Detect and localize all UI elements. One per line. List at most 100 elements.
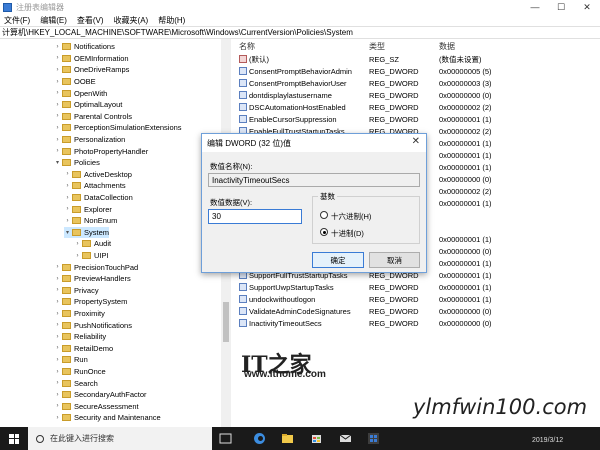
tree-item[interactable]: › Personalization bbox=[54, 134, 126, 146]
chevron-right-icon[interactable]: › bbox=[54, 264, 61, 270]
tree-scrollbar-thumb[interactable] bbox=[223, 302, 229, 342]
minimize-button[interactable]: — bbox=[522, 0, 548, 14]
chevron-right-icon[interactable]: › bbox=[54, 311, 61, 317]
chevron-right-icon[interactable]: › bbox=[64, 171, 71, 177]
chevron-right-icon[interactable]: › bbox=[54, 55, 61, 61]
chevron-down-icon[interactable]: ▾ bbox=[54, 159, 61, 166]
menu-favorites[interactable]: 收藏夹(A) bbox=[114, 15, 149, 26]
chevron-right-icon[interactable]: › bbox=[64, 195, 71, 201]
tree-item[interactable]: › SecondaryAuthFactor bbox=[54, 389, 147, 401]
chevron-right-icon[interactable]: › bbox=[74, 241, 81, 247]
list-item[interactable]: ConsentPromptBehaviorAdmin REG_DWORD 0x000… bbox=[235, 65, 600, 77]
chevron-right-icon[interactable]: › bbox=[54, 357, 61, 363]
list-item[interactable]: ValidateAdminCodeSignatures REG_DWORD 0x00… bbox=[235, 305, 600, 317]
tree-item[interactable]: › PushNotifications bbox=[54, 319, 132, 331]
edge-icon[interactable] bbox=[252, 431, 267, 446]
menu-file[interactable]: 文件(F) bbox=[4, 15, 30, 26]
chevron-right-icon[interactable]: › bbox=[54, 392, 61, 398]
chevron-right-icon[interactable]: › bbox=[64, 206, 71, 212]
tree-item[interactable]: › Attachments bbox=[64, 180, 126, 192]
tree-item[interactable]: › Search bbox=[54, 377, 98, 389]
tree-item[interactable]: › DataCollection bbox=[64, 192, 133, 204]
tree-item[interactable]: › ActiveDesktop bbox=[64, 169, 132, 181]
hex-radio[interactable] bbox=[320, 211, 328, 219]
decimal-radio-label[interactable]: 十进制(D) bbox=[331, 228, 364, 239]
tree-item[interactable]: › PrecisionTouchPad bbox=[54, 261, 139, 273]
chevron-right-icon[interactable]: › bbox=[54, 113, 61, 119]
menu-view[interactable]: 查看(V) bbox=[77, 15, 104, 26]
chevron-right-icon[interactable]: › bbox=[74, 253, 81, 259]
chevron-right-icon[interactable]: › bbox=[54, 102, 61, 108]
tree-item[interactable]: › RunOnce bbox=[54, 366, 106, 378]
address-bar[interactable]: 计算机\HKEY_LOCAL_MACHINE\SOFTWARE\Microsof… bbox=[0, 26, 600, 39]
chevron-right-icon[interactable]: › bbox=[54, 44, 61, 50]
start-button[interactable] bbox=[0, 427, 28, 450]
tree-item[interactable]: › PerceptionSimulationExtensions bbox=[54, 122, 182, 134]
maximize-button[interactable]: ☐ bbox=[548, 0, 574, 14]
ok-button[interactable]: 确定 bbox=[312, 252, 364, 268]
chevron-right-icon[interactable]: › bbox=[54, 276, 61, 282]
dialog-close-icon[interactable]: ✕ bbox=[412, 136, 420, 147]
tree-item[interactable]: › Parental Controls bbox=[54, 111, 132, 123]
tree-item[interactable]: ▾ Policies bbox=[54, 157, 100, 169]
chevron-right-icon[interactable]: › bbox=[54, 380, 61, 386]
tree-item[interactable]: › OneDriveRamps bbox=[54, 64, 130, 76]
chevron-right-icon[interactable]: › bbox=[64, 218, 71, 224]
tree-item[interactable]: ▾ System bbox=[64, 226, 110, 239]
menu-help[interactable]: 帮助(H) bbox=[158, 15, 185, 26]
column-header-data[interactable]: 数据 bbox=[439, 41, 455, 52]
tree-item[interactable]: › OptimalLayout bbox=[54, 99, 123, 111]
chevron-right-icon[interactable]: › bbox=[54, 334, 61, 340]
chevron-right-icon[interactable]: › bbox=[54, 125, 61, 131]
chevron-right-icon[interactable]: › bbox=[54, 67, 61, 73]
chevron-right-icon[interactable]: › bbox=[54, 345, 61, 351]
chevron-right-icon[interactable]: › bbox=[54, 299, 61, 305]
tree-item[interactable]: › PropertySystem bbox=[54, 296, 128, 308]
chevron-right-icon[interactable]: › bbox=[64, 183, 71, 189]
tree-item[interactable]: › Notifications bbox=[54, 41, 115, 53]
close-button[interactable]: ✕ bbox=[574, 0, 600, 14]
chevron-right-icon[interactable]: › bbox=[54, 148, 61, 154]
chevron-right-icon[interactable]: › bbox=[54, 287, 61, 293]
list-item[interactable]: InactivityTimeoutSecs REG_DWORD 0x00000000… bbox=[235, 317, 600, 329]
tree-item[interactable]: › Proximity bbox=[54, 308, 105, 320]
tree-item[interactable]: › PhotoPropertyHandler bbox=[54, 145, 149, 157]
list-item[interactable]: (默认) REG_SZ (数值未设置) bbox=[235, 53, 600, 65]
hex-radio-label[interactable]: 十六进制(H) bbox=[331, 211, 371, 222]
list-item[interactable]: SupportUwpStartupTasks REG_DWORD 0x0000000… bbox=[235, 281, 600, 293]
tree-item[interactable]: › UIPI bbox=[74, 250, 109, 262]
tree-item[interactable]: › Audit bbox=[74, 238, 112, 250]
chevron-right-icon[interactable]: › bbox=[54, 415, 61, 421]
mail-icon[interactable] bbox=[338, 431, 353, 446]
tree-item[interactable]: › Run bbox=[54, 354, 88, 366]
tree-item[interactable]: › OEMInformation bbox=[54, 53, 129, 65]
chevron-down-icon[interactable]: ▾ bbox=[64, 229, 71, 236]
column-header-type[interactable]: 类型 bbox=[369, 41, 385, 52]
tree-item[interactable]: › NonEnum bbox=[64, 215, 118, 227]
file-explorer-icon[interactable] bbox=[280, 431, 295, 446]
column-header-name[interactable]: 名称 bbox=[239, 41, 255, 52]
tree-item[interactable]: › Explorer bbox=[64, 203, 112, 215]
menu-edit[interactable]: 编辑(E) bbox=[40, 15, 67, 26]
value-data-input[interactable]: 30 bbox=[208, 209, 302, 224]
chevron-right-icon[interactable]: › bbox=[54, 90, 61, 96]
tree-item[interactable]: › OpenWith bbox=[54, 87, 108, 99]
list-item[interactable]: EnableCursorSuppression REG_DWORD 0x000000… bbox=[235, 113, 600, 125]
chevron-right-icon[interactable]: › bbox=[54, 137, 61, 143]
tree-item[interactable]: › Privacy bbox=[54, 285, 99, 297]
decimal-radio[interactable] bbox=[320, 228, 328, 236]
store-icon[interactable] bbox=[309, 431, 324, 446]
tree-item[interactable]: › Reliability bbox=[54, 331, 107, 343]
list-item[interactable]: ConsentPromptBehaviorUser REG_DWORD 0x0000… bbox=[235, 77, 600, 89]
tree-item[interactable]: › SecureAssessment bbox=[54, 401, 139, 413]
list-item[interactable]: dontdisplaylastusername REG_DWORD 0x000000… bbox=[235, 89, 600, 101]
task-view-icon[interactable] bbox=[218, 431, 233, 446]
chevron-right-icon[interactable]: › bbox=[54, 403, 61, 409]
tree-item[interactable]: › RetailDemo bbox=[54, 343, 114, 355]
taskbar-search[interactable]: 在此键入进行搜索 bbox=[28, 427, 212, 450]
tree-item[interactable]: › PreviewHandlers bbox=[54, 273, 131, 285]
chevron-right-icon[interactable]: › bbox=[54, 322, 61, 328]
regedit-taskbar-icon[interactable] bbox=[366, 431, 381, 446]
list-item[interactable]: undockwithoutlogon REG_DWORD 0x00000001 (1… bbox=[235, 293, 600, 305]
list-item[interactable]: DSCAutomationHostEnabled REG_DWORD 0x00000… bbox=[235, 101, 600, 113]
